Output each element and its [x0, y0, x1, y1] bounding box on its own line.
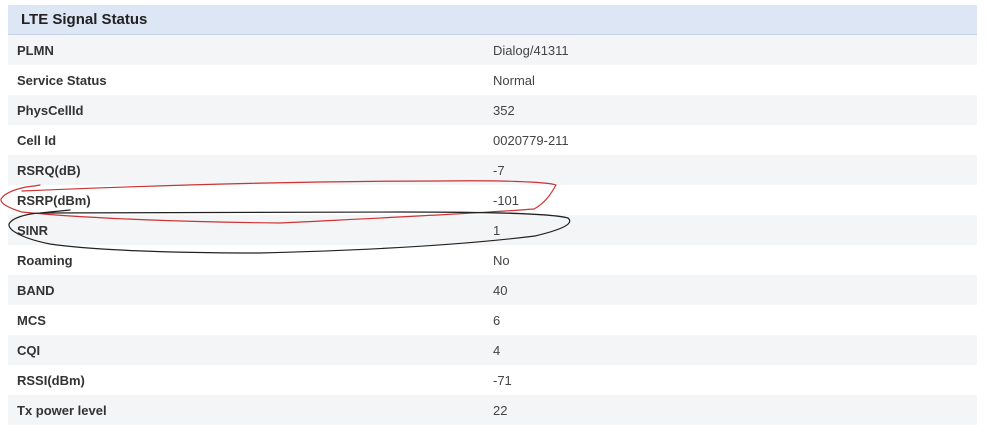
row-value: 352	[493, 102, 515, 118]
table-row-service-status: Service Status Normal	[8, 65, 977, 95]
table-row-rsrp: RSRP(dBm) -101	[8, 185, 977, 215]
row-label: RSRQ(dB)	[17, 162, 81, 178]
row-value: 6	[493, 312, 501, 328]
row-label: Roaming	[17, 252, 73, 268]
row-label: PhysCellId	[17, 102, 84, 118]
row-label: RSSI(dBm)	[17, 372, 85, 388]
table-row-cell-id: Cell Id 0020779-211	[8, 125, 977, 155]
row-label: Service Status	[17, 72, 107, 88]
panel-title: LTE Signal Status	[21, 11, 148, 28]
table-row-roaming: Roaming No	[8, 245, 977, 275]
signal-status-table: PLMN Dialog/41311 Service Status Normal …	[8, 35, 977, 425]
row-label: RSRP(dBm)	[17, 192, 91, 208]
row-value: No	[493, 252, 510, 268]
row-value: -101	[493, 192, 520, 208]
row-value: Normal	[493, 72, 535, 88]
row-value: 4	[493, 342, 501, 358]
row-value: 22	[493, 402, 508, 418]
row-label: Tx power level	[17, 402, 107, 418]
row-label: Cell Id	[17, 132, 57, 148]
row-value: Dialog/41311	[493, 42, 569, 58]
row-value: 0020779-211	[493, 132, 569, 148]
table-row-cqi: CQI 4	[8, 335, 977, 365]
lte-signal-status-panel: LTE Signal Status PLMN Dialog/41311 Serv…	[8, 5, 977, 425]
row-label: MCS	[17, 312, 46, 328]
row-value: 40	[493, 282, 508, 298]
table-row-physcellid: PhysCellId 352	[8, 95, 977, 125]
panel-header: LTE Signal Status	[8, 5, 977, 35]
table-row-band: BAND 40	[8, 275, 977, 305]
row-value: -71	[493, 372, 512, 388]
table-row-rsrq: RSRQ(dB) -7	[8, 155, 977, 185]
table-row-mcs: MCS 6	[8, 305, 977, 335]
table-row-tx-power-level: Tx power level 22	[8, 395, 977, 425]
row-value: 1	[493, 222, 501, 238]
table-row-sinr: SINR 1	[8, 215, 977, 245]
row-label: CQI	[17, 342, 41, 358]
table-row-plmn: PLMN Dialog/41311	[8, 35, 977, 65]
row-value: -7	[493, 162, 505, 178]
row-label: BAND	[17, 282, 55, 298]
row-label: PLMN	[17, 42, 54, 58]
table-row-rssi: RSSI(dBm) -71	[8, 365, 977, 395]
row-label: SINR	[17, 222, 49, 238]
